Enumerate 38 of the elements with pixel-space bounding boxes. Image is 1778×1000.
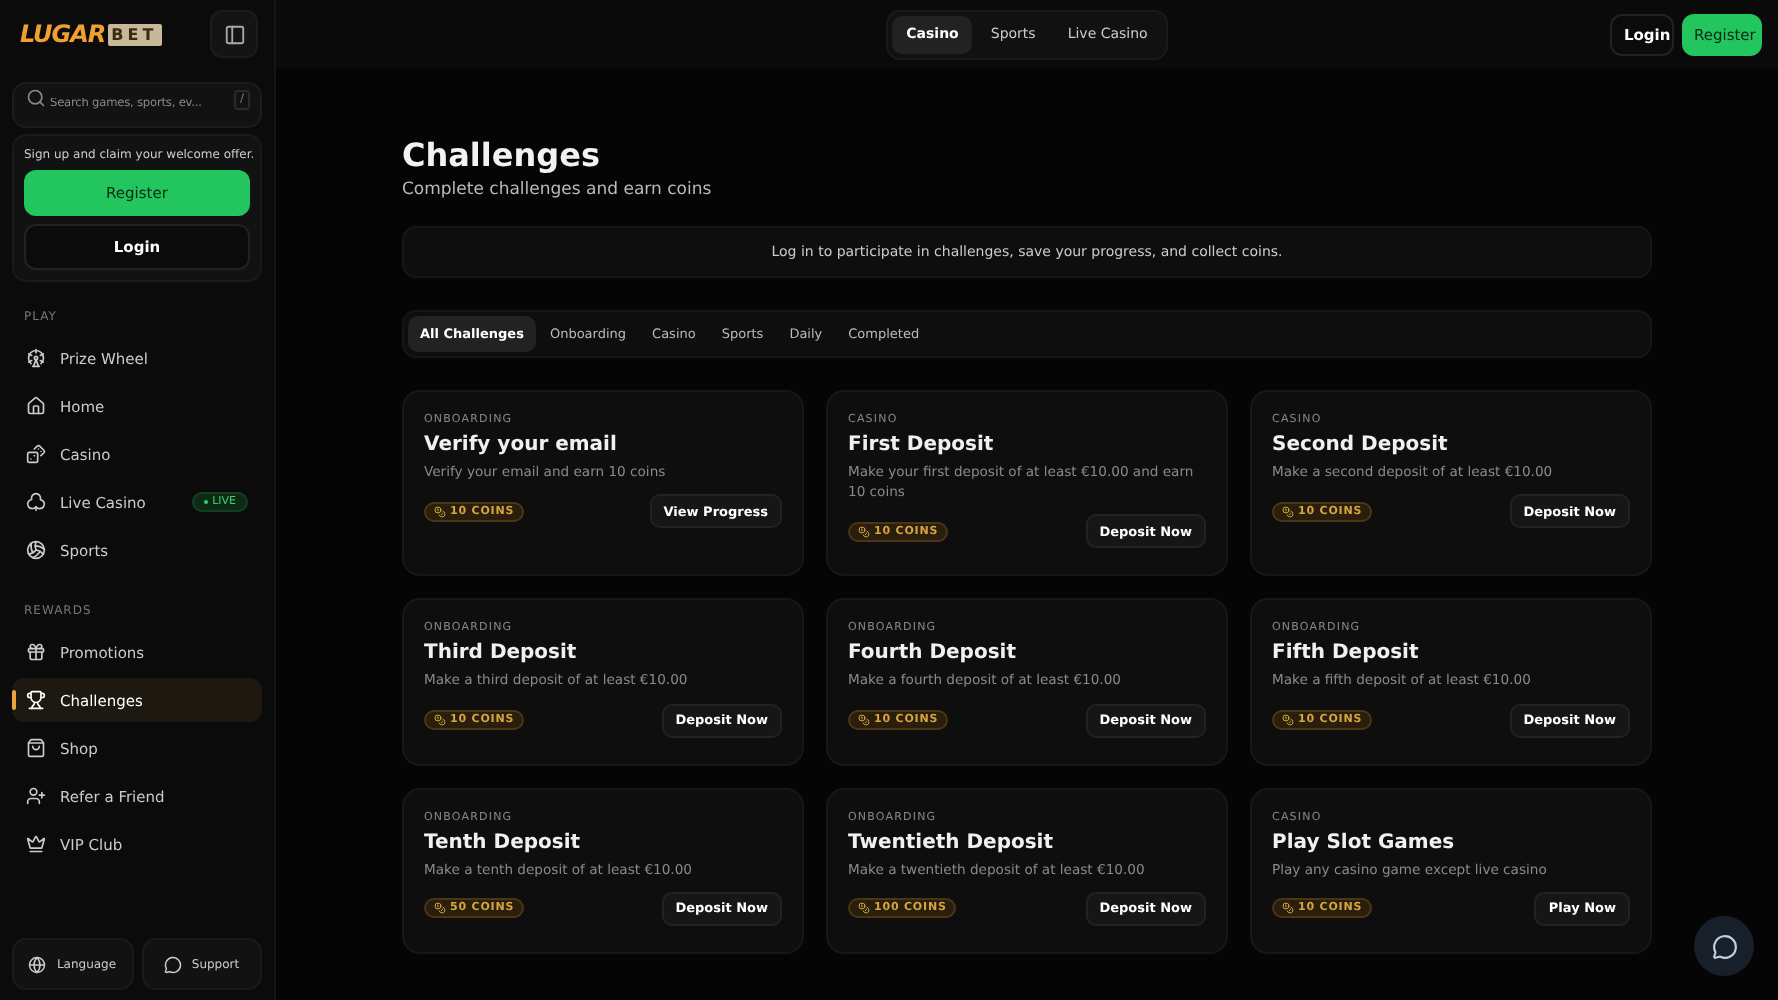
card-title: Fourth Deposit xyxy=(848,642,1018,665)
coins-icon xyxy=(858,714,870,727)
coins-icon xyxy=(434,714,446,727)
coins-icon xyxy=(1282,902,1294,915)
card-title: Tenth Deposit xyxy=(424,831,583,854)
club-icon xyxy=(26,492,46,512)
card-title: Fifth Deposit xyxy=(1272,642,1421,665)
coins-icon xyxy=(858,902,870,915)
card-title: First Deposit xyxy=(848,434,996,456)
crown-icon xyxy=(26,834,46,854)
page-subtitle: Complete challenges and earn coins xyxy=(402,180,714,200)
coins-icon xyxy=(1282,505,1294,518)
logo[interactable]: LUGAR BET xyxy=(20,20,162,48)
sidebar-toggle-button[interactable] xyxy=(210,10,258,58)
dice-icon xyxy=(26,444,46,464)
card-title: Twentieth Deposit xyxy=(848,831,1056,854)
chat-button[interactable] xyxy=(1694,916,1754,976)
card-title: Second Deposit xyxy=(1272,434,1450,456)
trophy-icon xyxy=(26,690,46,710)
coins-icon xyxy=(434,505,446,518)
bag-icon xyxy=(26,738,46,758)
wheel-icon xyxy=(26,348,46,368)
card-title: Play Slot Games xyxy=(1272,831,1457,854)
coins-icon xyxy=(1282,714,1294,727)
gift-icon xyxy=(26,642,46,662)
page-title: Challenges xyxy=(402,136,602,174)
coins-icon xyxy=(858,525,870,538)
search-icon xyxy=(26,88,46,108)
card-title: Third Deposit xyxy=(424,642,579,665)
coins-icon xyxy=(434,902,446,915)
home-icon xyxy=(26,396,46,416)
chat-icon xyxy=(163,955,182,973)
ball-icon xyxy=(26,540,46,560)
panel-icon xyxy=(223,23,245,45)
user-plus-icon xyxy=(26,786,46,806)
chat-icon xyxy=(1711,933,1737,959)
globe-icon xyxy=(28,955,47,973)
card-title: Verify your email xyxy=(424,434,619,456)
